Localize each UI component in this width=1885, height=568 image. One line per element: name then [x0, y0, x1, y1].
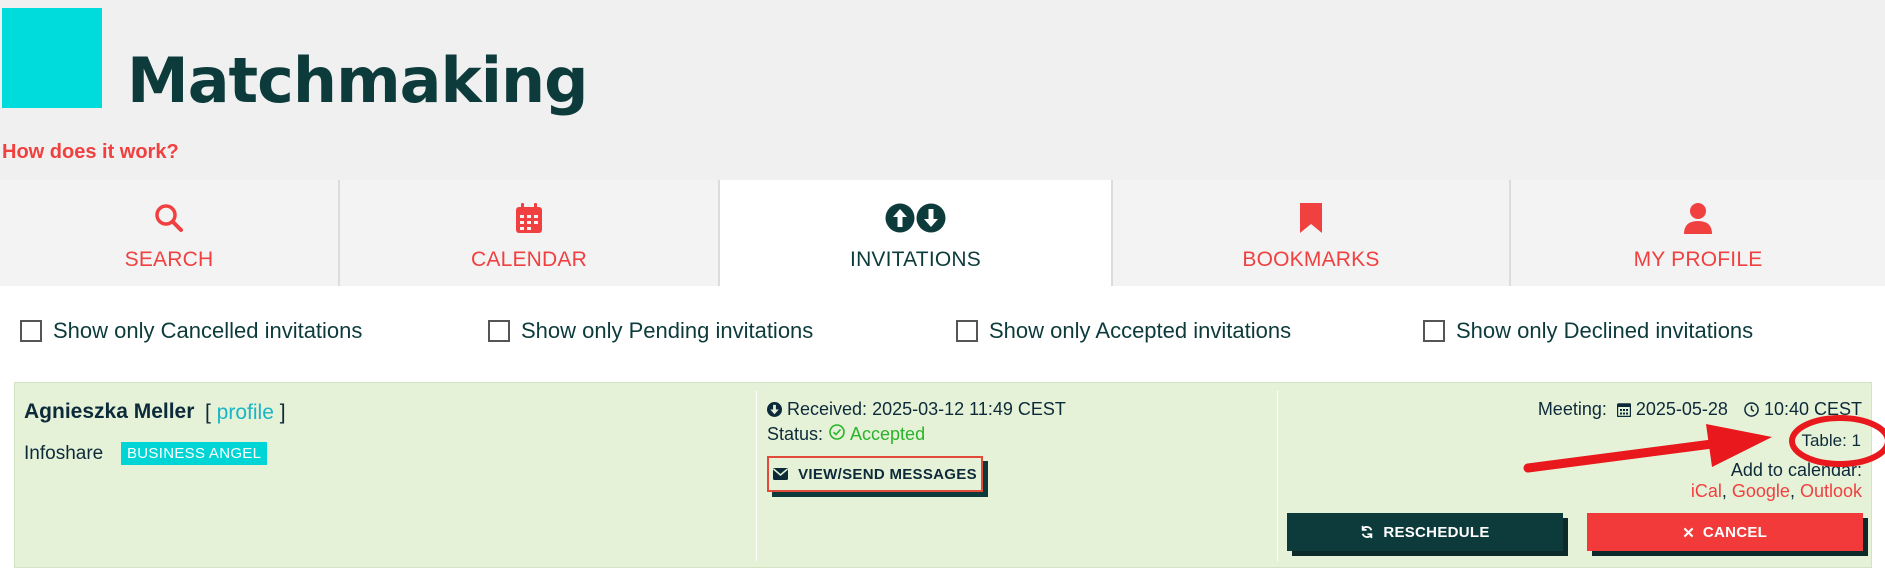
meeting-date: 2025-05-28 — [1635, 399, 1728, 419]
invitation-card: Agnieszka Meller [ profile ] Infoshare B… — [14, 382, 1872, 568]
reschedule-button[interactable]: RESCHEDULE — [1287, 513, 1563, 551]
tab-bookmarks[interactable]: BOOKMARKS — [1113, 180, 1511, 286]
how-does-it-work-link[interactable]: How does it work? — [2, 141, 179, 164]
refresh-icon — [1360, 525, 1374, 539]
tab-label: BOOKMARKS — [1242, 248, 1380, 271]
tab-label: SEARCH — [124, 248, 214, 271]
profile-link[interactable]: profile — [217, 401, 274, 424]
calendar-icon — [1616, 402, 1631, 417]
filter-bar: Show only Cancelled invitations Show onl… — [0, 318, 1885, 348]
envelope-icon — [773, 468, 789, 480]
clock-icon — [1744, 402, 1759, 417]
filter-checkbox[interactable] — [956, 320, 978, 342]
view-send-messages-button[interactable]: VIEW/SEND MESSAGES — [767, 456, 983, 492]
outlook-link[interactable]: Outlook — [1800, 481, 1862, 501]
tab-label: CALENDAR — [471, 248, 587, 271]
filter-declined[interactable]: Show only Declined invitations — [1423, 318, 1753, 344]
reschedule-label: RESCHEDULE — [1383, 523, 1490, 541]
filter-label: Show only Pending invitations — [521, 318, 814, 343]
filter-label: Show only Cancelled invitations — [53, 318, 363, 343]
messages-button-label: VIEW/SEND MESSAGES — [798, 465, 977, 483]
filter-checkbox[interactable] — [1423, 320, 1445, 342]
filter-accepted[interactable]: Show only Accepted invitations — [956, 318, 1291, 344]
status-value: Accepted — [829, 424, 925, 445]
received-value: 2025-03-12 11:49 CEST — [872, 399, 1066, 419]
ical-link[interactable]: iCal — [1691, 481, 1722, 501]
check-circle-icon — [829, 424, 845, 440]
role-badge: BUSINESS ANGEL — [121, 442, 268, 465]
filter-label: Show only Accepted invitations — [989, 318, 1292, 343]
filter-checkbox[interactable] — [488, 320, 510, 342]
tab-label: MY PROFILE — [1633, 248, 1763, 271]
tab-my-profile[interactable]: MY PROFILE — [1511, 180, 1885, 286]
logo — [2, 8, 102, 108]
arrow-down-circle-icon — [767, 402, 782, 417]
page-header: Matchmaking How does it work? — [0, 0, 1885, 180]
calendar-links: iCal, Google, Outlook — [1690, 481, 1862, 501]
bookmark-icon — [1299, 200, 1323, 236]
profile-link-wrapper: [ profile ] — [205, 401, 286, 425]
filter-cancelled[interactable]: Show only Cancelled invitations — [20, 318, 362, 344]
meeting-info: Meeting: 2025-05-28 10:40 CEST — [1538, 399, 1862, 420]
received-info: Received: 2025-03-12 11:49 CEST — [767, 399, 1066, 420]
page-title: Matchmaking — [127, 44, 589, 117]
bracket-close: ] — [273, 401, 286, 424]
close-icon — [1683, 527, 1694, 538]
meeting-time: 10:40 CEST — [1763, 399, 1862, 419]
cancel-label: CANCEL — [1702, 523, 1768, 541]
status-info: Status: Accepted — [767, 424, 925, 445]
add-to-calendar-label: Add to calendar: — [1730, 460, 1862, 480]
tab-bar: SEARCH CALENDAR INVITATIONS BOOKMARKS MY… — [0, 180, 1885, 286]
column-divider — [756, 391, 757, 561]
tab-invitations[interactable]: INVITATIONS — [720, 180, 1113, 286]
bracket-open: [ — [205, 401, 217, 424]
column-divider — [1277, 391, 1278, 561]
user-icon — [1683, 200, 1713, 236]
tab-calendar[interactable]: CALENDAR — [340, 180, 720, 286]
filter-pending[interactable]: Show only Pending invitations — [488, 318, 813, 344]
matchmaking-page: Matchmaking How does it work? SEARCH CAL… — [0, 0, 1885, 568]
filter-checkbox[interactable] — [20, 320, 42, 342]
company-name: Infoshare — [24, 443, 104, 464]
table-number: Table: 1 — [1801, 431, 1861, 450]
status-label: Status: — [767, 424, 824, 444]
arrows-up-down-icon — [885, 200, 947, 236]
status-text: Accepted — [850, 424, 926, 444]
search-icon — [153, 200, 185, 236]
tab-label: INVITATIONS — [850, 248, 981, 271]
received-label: Received: — [787, 399, 868, 419]
tab-search[interactable]: SEARCH — [0, 180, 340, 286]
meeting-label: Meeting: — [1537, 399, 1607, 419]
calendar-icon — [515, 200, 543, 236]
contact-name: Agnieszka Meller — [24, 400, 195, 423]
cancel-button[interactable]: CANCEL — [1587, 513, 1863, 551]
google-calendar-link[interactable]: Google — [1732, 481, 1790, 501]
filter-label: Show only Declined invitations — [1456, 318, 1754, 343]
